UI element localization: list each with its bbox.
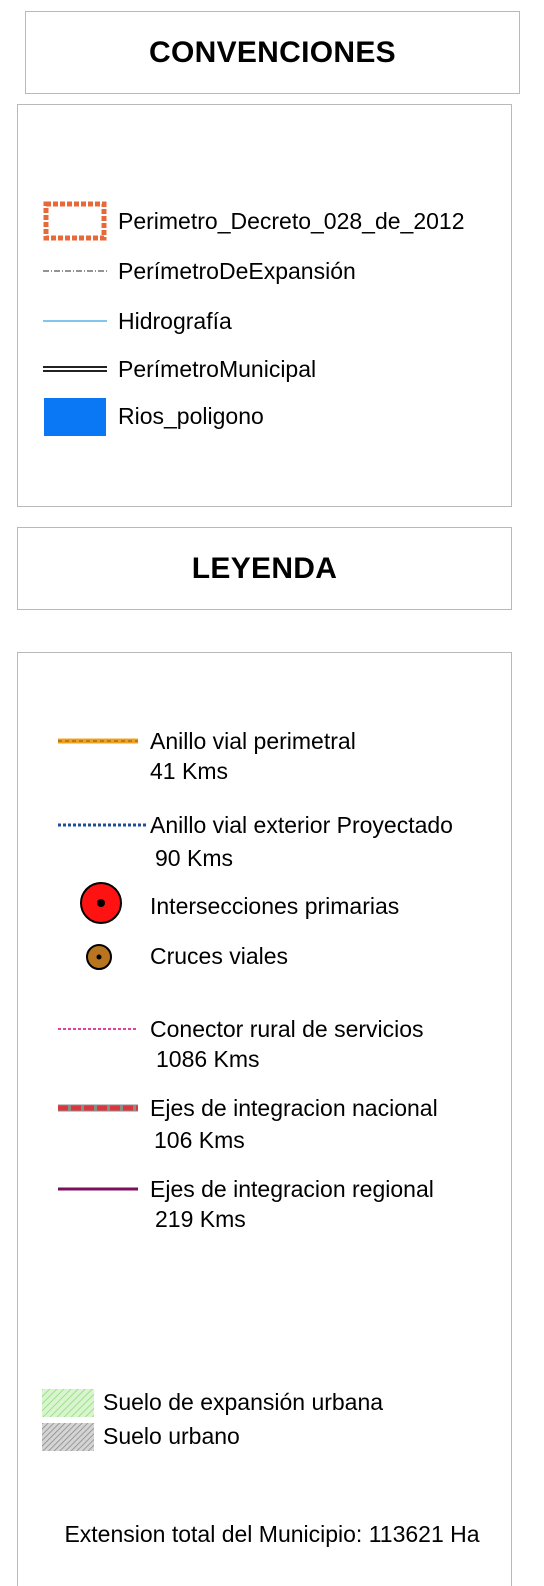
leyenda-header-box: LEYENDA (17, 527, 512, 610)
legend-item-perimetro-expansion: PerímetroDeExpansión (18, 251, 511, 291)
legend-item-anillo-vial-perimetral: Anillo vial perimetral 41 Kms (18, 725, 511, 795)
double-line-icon (43, 366, 107, 372)
legend-label: Intersecciones primarias (150, 893, 400, 919)
legend-label: PerímetroMunicipal (118, 356, 317, 382)
legend-item-rios-poligono: Rios_poligono (18, 397, 511, 437)
orange-line-icon (58, 738, 138, 744)
legend-label: Cruces viales (150, 943, 289, 969)
pink-dotted-line-icon (58, 1028, 138, 1030)
leyenda-title: LEYENDA (191, 552, 338, 585)
filled-rectangle-icon (44, 398, 106, 436)
convenciones-title: CONVENCIONES (149, 36, 396, 69)
legend-label: Suelo urbano (103, 1423, 240, 1449)
brown-circle-icon (86, 944, 112, 970)
convenciones-header-box: CONVENCIONES (25, 11, 520, 94)
legend-label: Rios_poligono (118, 403, 264, 429)
legend-label: Anillo vial perimetral (150, 728, 356, 754)
legend-sublabel: 1086 Kms (156, 1046, 260, 1072)
legend-sublabel: 90 Kms (155, 845, 233, 871)
legend-item-ejes-integracion-regional: Ejes de integracion regional 219 Kms (18, 1173, 511, 1243)
red-dashed-line-icon (58, 1104, 138, 1112)
legend-label: Ejes de integracion nacional (150, 1095, 438, 1121)
legend-item-hidrografia: Hidrografía (18, 301, 511, 341)
blue-dotted-line-icon (58, 823, 148, 827)
legend-sublabel: 219 Kms (155, 1206, 246, 1232)
legend-item-suelo-expansion: Suelo de expansión urbana (18, 1389, 511, 1419)
legend-item-conector-rural: Conector rural de servicios 1086 Kms (18, 1013, 511, 1083)
legend-label: Suelo de expansión urbana (103, 1389, 384, 1415)
legend-item-intersecciones-primarias: Intersecciones primarias (18, 881, 511, 929)
legend-item-perimetro-decreto: Perimetro_Decreto_028_de_2012 (18, 201, 511, 241)
legend-label: Hidrografía (118, 308, 232, 334)
legend-label: Perimetro_Decreto_028_de_2012 (118, 208, 465, 234)
municipio-extension-total: Extension total del Municipio: 113621 Ha (64, 1521, 480, 1547)
legend-item-ejes-integracion-nacional: Ejes de integracion nacional 106 Kms (18, 1092, 511, 1162)
legend-item-anillo-vial-exterior: Anillo vial exterior Proyectado 90 Kms (18, 809, 511, 879)
convenciones-legend-box: Perimetro_Decreto_028_de_2012 PerímetroD… (17, 104, 512, 507)
orange-dashed-rectangle-icon (43, 201, 107, 241)
grey-hatch-icon (42, 1423, 94, 1451)
legend-item-suelo-urbano: Suelo urbano (18, 1423, 511, 1453)
legend-label: PerímetroDeExpansión (118, 258, 356, 284)
leyenda-legend-box: Anillo vial perimetral 41 Kms Anillo via… (17, 652, 512, 1586)
legend-sublabel: 41 Kms (150, 758, 228, 784)
red-circle-icon (80, 882, 122, 924)
legend-item-cruces-viales: Cruces viales (18, 943, 511, 975)
green-hatch-icon (42, 1389, 94, 1417)
legend-label: Ejes de integracion regional (150, 1176, 434, 1202)
legend-item-perimetro-municipal: PerímetroMunicipal (18, 349, 511, 389)
legend-sublabel: 106 Kms (154, 1127, 245, 1153)
dash-dot-line-icon (43, 270, 107, 272)
purple-line-icon (58, 1187, 138, 1191)
legend-label: Conector rural de servicios (150, 1016, 424, 1042)
legend-label: Anillo vial exterior Proyectado (150, 812, 453, 838)
thin-line-icon (43, 320, 107, 322)
